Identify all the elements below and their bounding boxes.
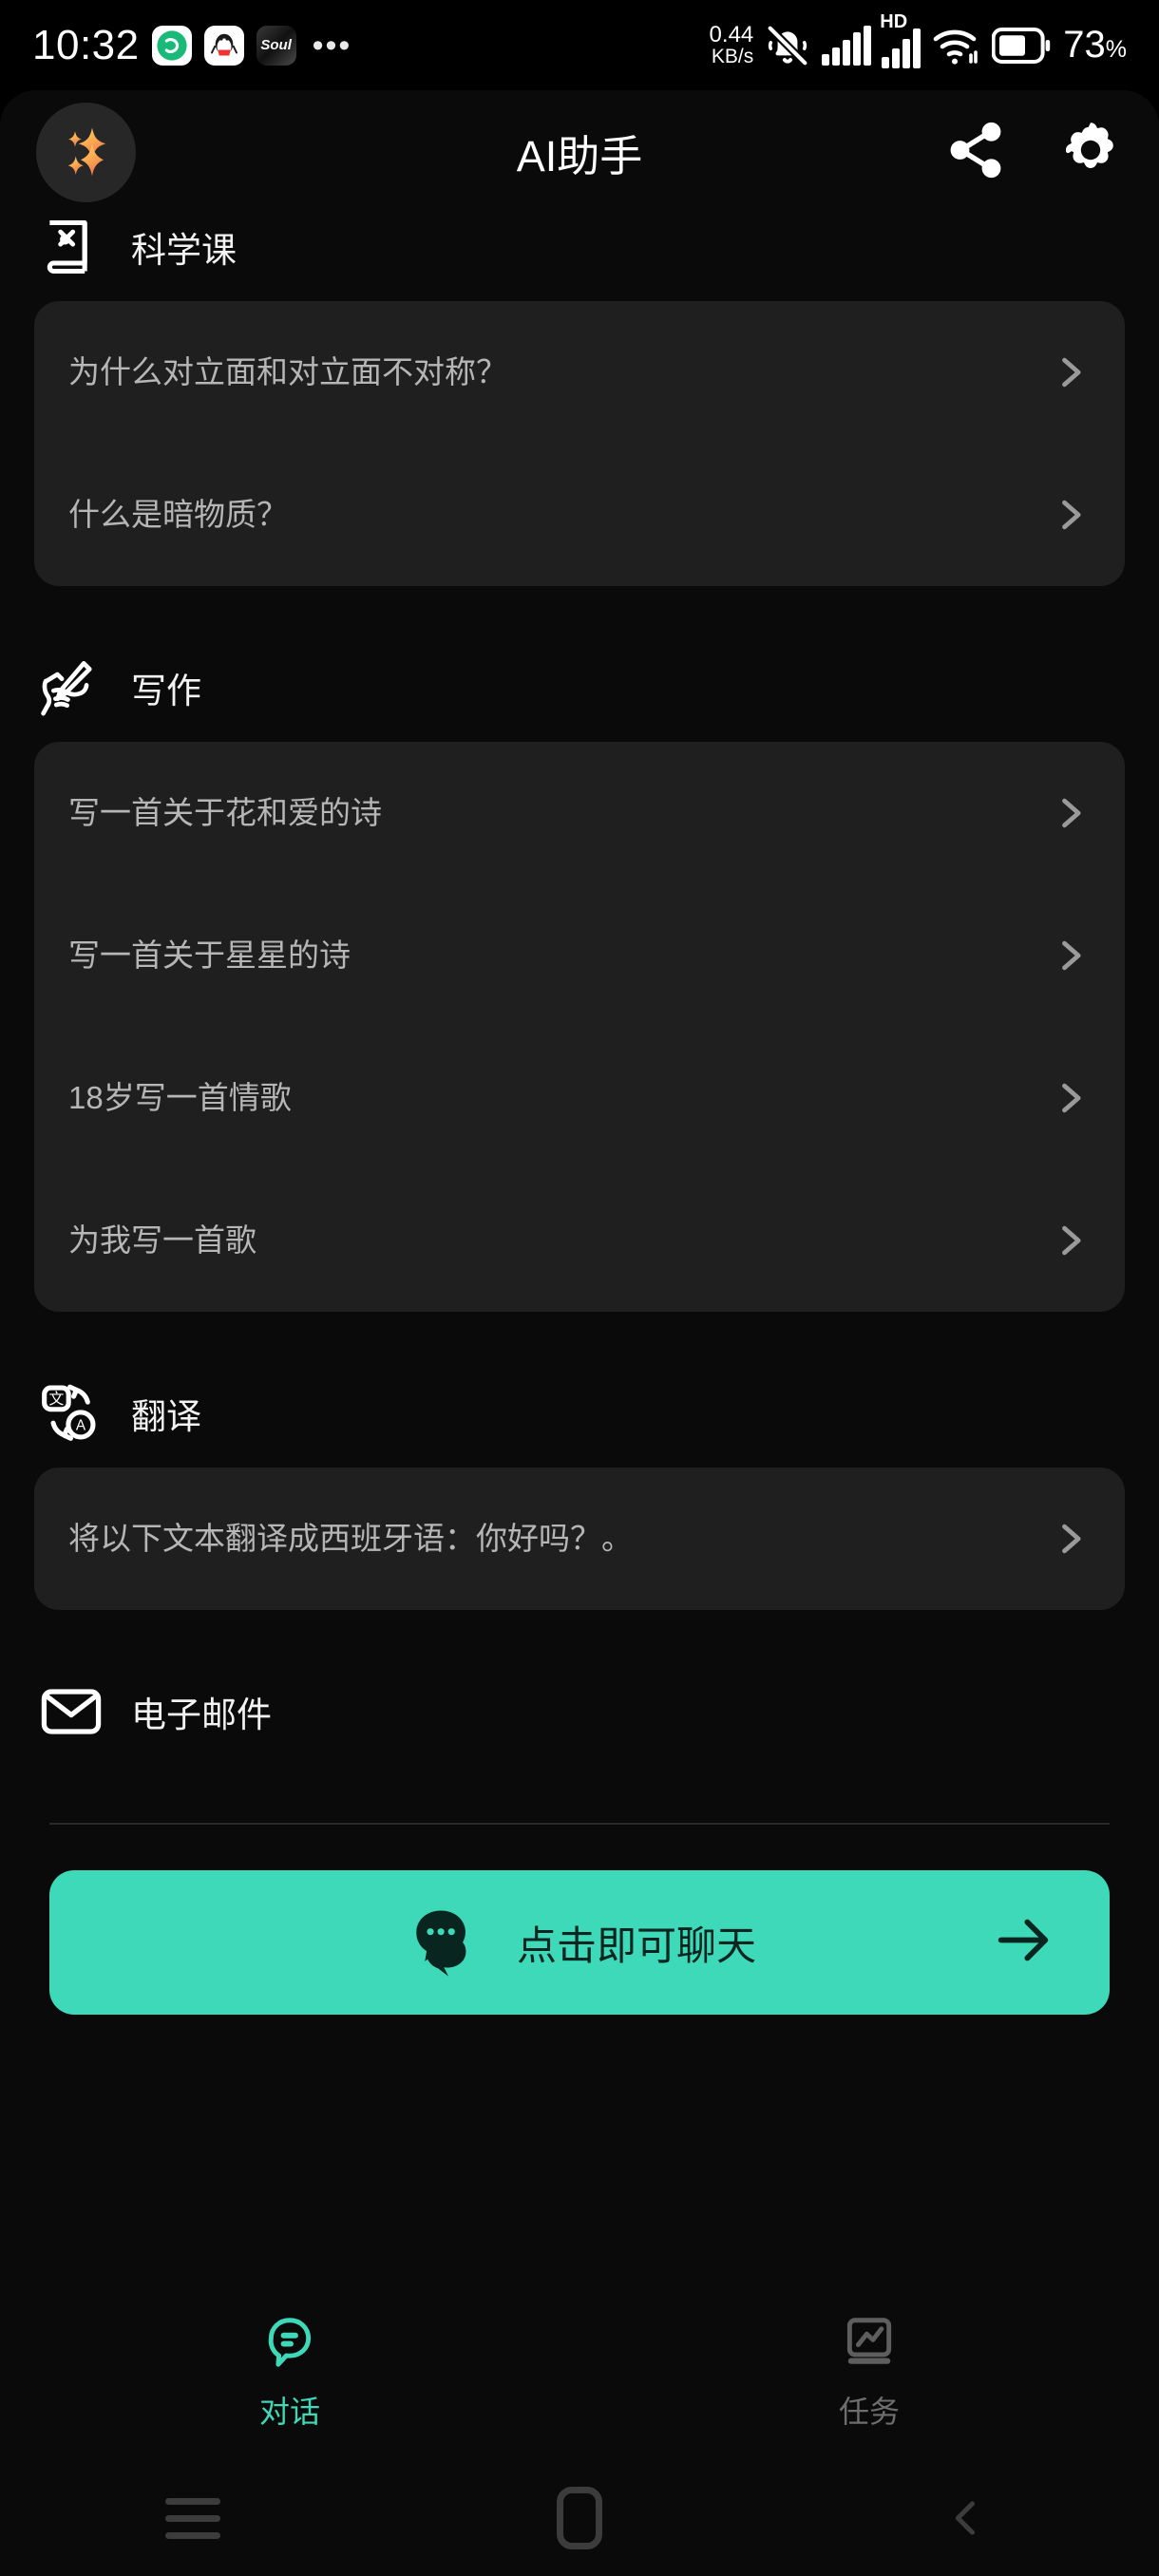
tab-tasks[interactable]: 任务 [580,2313,1159,2432]
chevron-right-icon [1049,351,1091,393]
list-item-label: 18岁写一首情歌 [68,1079,292,1115]
status-bar-left: 10:32 Soul ••• [32,22,352,69]
gear-icon [1065,122,1113,168]
network-speed-unit: KB/s [711,46,754,68]
settings-button[interactable] [1058,118,1123,187]
section-header-science: 科学课 [0,214,1159,280]
battery-percent: 73% [1063,24,1127,66]
chevron-right-icon [1049,1077,1091,1119]
app-header: AI助手 [0,90,1159,214]
wechat-icon [151,25,192,66]
list-item[interactable]: 什么是暗物质？ [34,444,1125,586]
bell-off-icon [764,22,811,69]
list-item-label: 什么是暗物质？ [68,496,288,532]
translate-icon: 文 A [38,1380,104,1447]
back-button[interactable] [772,2493,1159,2543]
share-icon [950,122,1001,178]
signal-bars-hd-icon: HD [880,11,922,68]
svg-text:A: A [76,1418,86,1434]
home-button[interactable] [387,2487,773,2549]
section-title: 电子邮件 [131,1695,272,1734]
chat-bubble-icon [403,1900,484,1986]
section-header-writing: 写作 [0,654,1159,721]
tab-label: 对话 [258,2395,320,2429]
hand-writing-icon [38,654,104,721]
chevron-right-icon [1049,494,1091,536]
bottom-tab-bar: 对话 任务 [0,2284,1159,2460]
recents-button[interactable] [0,2497,387,2539]
book-atom-icon [38,214,104,280]
list-item-label: 为什么对立面和对立面不对称？ [68,353,507,389]
chevron-right-icon [1049,1518,1091,1560]
chat-cta-label: 点击即可聊天 [516,1923,756,1968]
battery-percent-symbol: % [1105,36,1127,63]
list-item-label: 写一首关于星星的诗 [68,937,351,973]
section-title: 翻译 [131,1397,201,1436]
phone-screen: 10:32 Soul ••• 0.44 KB/s HD 73% AI助手 科学课… [0,0,1159,2576]
chat-cta-button[interactable]: 点击即可聊天 [49,1870,1110,2015]
section-title: 写作 [131,672,201,710]
envelope-icon [38,1678,104,1745]
list-item-label: 为我写一首歌 [68,1222,256,1258]
section-header-translate: 文 A 翻译 [0,1380,1159,1447]
chevron-right-icon [1049,1220,1091,1261]
status-bar: 10:32 Soul ••• 0.44 KB/s HD 73% [0,0,1159,90]
battery-icon [992,27,1051,65]
share-button[interactable] [944,119,1007,186]
status-bar-right: 0.44 KB/s HD 73% [709,11,1127,69]
list-item[interactable]: 将以下文本翻译成西班牙语：你好吗？。 [34,1468,1125,1610]
list-item[interactable]: 为我写一首歌 [34,1169,1125,1312]
battery-percent-value: 73 [1063,24,1106,66]
status-overflow-icon: ••• [312,27,352,64]
tab-label: 任务 [838,2395,900,2429]
list-item[interactable]: 写一首关于花和爱的诗 [34,742,1125,884]
soul-icon: Soul [256,25,296,66]
wifi-icon [932,25,981,66]
list-item-label: 将以下文本翻译成西班牙语：你好吗？。 [68,1520,633,1556]
menu-icon [165,2497,221,2539]
status-clock: 10:32 [32,21,140,68]
section-header-email: 电子邮件 [0,1678,1159,1745]
list-item[interactable]: 18岁写一首情歌 [34,1027,1125,1169]
list-item-label: 写一首关于花和爱的诗 [68,794,382,830]
suggestion-card-writing: 写一首关于花和爱的诗 写一首关于星星的诗 18岁写一首情歌 为我写一首歌 [34,742,1125,1312]
list-item[interactable]: 写一首关于星星的诗 [34,884,1125,1027]
suggestion-card-translate: 将以下文本翻译成西班牙语：你好吗？。 [34,1468,1125,1610]
qq-icon [203,25,244,66]
chevron-right-icon [1049,935,1091,976]
sparkles-icon [67,127,105,177]
suggestions-scroll[interactable]: 科学课 为什么对立面和对立面不对称？ 什么是暗物质？ 写作 写一首关于花和爱的诗… [0,214,1159,2170]
list-item[interactable]: 为什么对立面和对立面不对称？ [34,301,1125,444]
signal-bars-icon [822,25,872,66]
android-nav-bar [0,2460,1159,2576]
chevron-right-icon [1049,792,1091,834]
svg-text:文: 文 [48,1391,64,1408]
network-speed-value: 0.44 [709,21,754,47]
chart-screen-icon [840,2313,899,2377]
network-speed: 0.44 KB/s [709,21,754,68]
avatar[interactable] [36,102,136,202]
arrow-right-icon [990,1907,1056,1979]
chat-outline-icon [260,2313,319,2377]
hd-label: HD [880,10,908,32]
home-square-icon [557,2487,602,2549]
section-title: 科学课 [131,231,237,270]
app-container: AI助手 科学课 为什么对立面和对立面不对称？ 什么是暗物质？ 写作 写一首关于… [0,90,1159,2460]
suggestion-card-science: 为什么对立面和对立面不对称？ 什么是暗物质？ [34,301,1125,586]
tab-chat[interactable]: 对话 [0,2313,580,2432]
back-chevron-icon [955,2501,975,2535]
